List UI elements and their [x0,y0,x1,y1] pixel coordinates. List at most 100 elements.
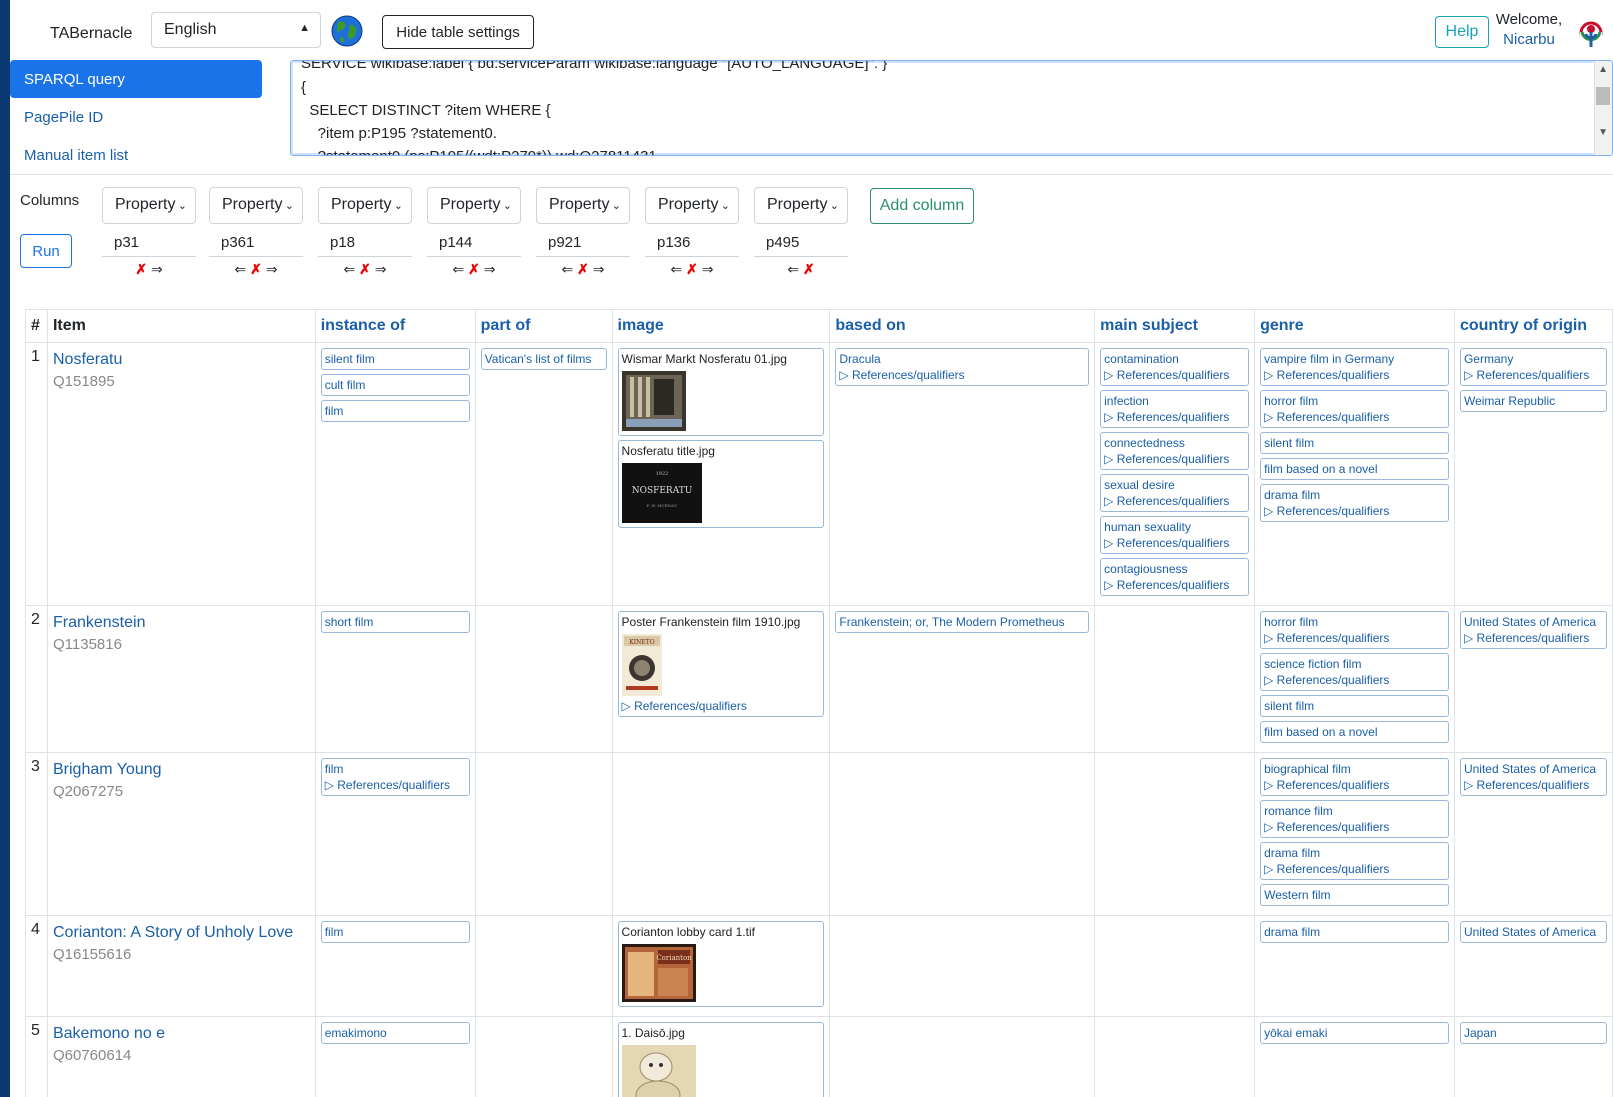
username-link[interactable]: Nicarbu [1494,30,1564,50]
header-main-subject[interactable]: main subject [1094,309,1256,343]
value-link[interactable]: human sexuality [1104,519,1245,535]
references-toggle[interactable]: ▷ References/qualifiers [1264,503,1445,519]
value-link[interactable]: Frankenstein; or, The Modern Prometheus [839,614,1085,630]
column-type-select[interactable]: Property ⌄ [102,187,196,224]
value-link[interactable]: contamination [1104,351,1245,367]
remove-column-icon[interactable]: ✗ [250,261,262,277]
value-link[interactable]: Germany [1464,351,1603,367]
references-toggle[interactable]: ▷ References/qualifiers [839,367,1085,383]
value-link[interactable]: United States of America [1464,924,1603,940]
value-link[interactable]: vampire film in Germany [1264,351,1445,367]
value-link[interactable]: yōkai emaki [1264,1025,1445,1041]
references-toggle[interactable]: ▷ References/qualifiers [1464,777,1603,793]
image-thumbnail[interactable] [621,371,821,431]
header-genre[interactable]: genre [1254,309,1455,343]
column-property-input[interactable]: p18 [318,228,412,257]
references-toggle[interactable]: ▷ References/qualifiers [325,777,466,793]
image-thumbnail[interactable]: 1922 NOSFERATU F. W. MURNAU [621,463,821,523]
run-button[interactable]: Run [20,234,72,268]
query-scrollbar[interactable]: ▲︎ ▼︎ [1594,61,1612,155]
references-toggle[interactable]: ▷ References/qualifiers [1264,672,1445,688]
value-link[interactable]: film based on a novel [1264,461,1445,477]
references-toggle[interactable]: ▷ References/qualifiers [1104,535,1245,551]
header-part-of[interactable]: part of [474,309,613,343]
move-left-icon[interactable]: ⇐ [235,261,247,277]
value-link[interactable]: romance film [1264,803,1445,819]
move-right-icon[interactable]: ⇒ [266,261,278,277]
value-link[interactable]: emakimono [325,1025,466,1041]
column-type-select[interactable]: Property ⌄ [754,187,848,224]
references-toggle[interactable]: ▷ References/qualifiers [1264,861,1445,877]
tab-sparql-query[interactable]: SPARQL query [10,60,262,98]
move-left-icon[interactable]: ⇐ [453,261,465,277]
column-property-input[interactable]: p495 [754,228,848,257]
value-link[interactable]: Vatican's list of films [485,351,603,367]
item-link[interactable]: Frankenstein [53,613,310,633]
value-link[interactable]: silent film [1264,698,1445,714]
value-link[interactable]: United States of America [1464,614,1603,630]
value-link[interactable]: film [325,403,466,419]
value-link[interactable]: film based on a novel [1264,724,1445,740]
references-toggle[interactable]: ▷ References/qualifiers [1464,367,1603,383]
tab-manual-item-list[interactable]: Manual item list [10,136,262,174]
move-right-icon[interactable]: ⇒ [484,261,496,277]
value-link[interactable]: Dracula [839,351,1085,367]
image-thumbnail[interactable]: Corianton [621,944,821,1002]
move-right-icon[interactable]: ⇒ [151,261,163,277]
help-button[interactable]: Help [1435,16,1489,48]
move-right-icon[interactable]: ⇒ [593,261,605,277]
move-left-icon[interactable]: ⇐ [671,261,683,277]
references-toggle[interactable]: ▷ References/qualifiers [1104,493,1245,509]
value-link[interactable]: drama film [1264,487,1445,503]
item-link[interactable]: Nosferatu [53,350,310,370]
value-link[interactable]: Corianton lobby card 1.tif [622,924,821,940]
image-thumbnail[interactable]: KINETO [621,634,821,696]
move-left-icon[interactable]: ⇐ [562,261,574,277]
hide-table-settings-button[interactable]: Hide table settings [382,15,534,49]
value-link[interactable]: silent film [325,351,466,367]
references-toggle[interactable]: ▷ References/qualifiers [1104,367,1245,383]
value-link[interactable]: drama film [1264,924,1445,940]
value-link[interactable]: science fiction film [1264,656,1445,672]
scroll-down-icon[interactable]: ▼︎ [1598,127,1608,138]
value-link[interactable]: drama film [1264,845,1445,861]
column-type-select[interactable]: Property ⌄ [318,187,412,224]
scroll-up-icon[interactable]: ▲︎ [1598,64,1608,75]
header-instance-of[interactable]: instance of [314,309,476,343]
wikimedia-logo-icon[interactable] [1576,20,1606,50]
app-brand[interactable]: TABernacle [50,25,132,43]
column-property-input[interactable]: p361 [209,228,303,257]
references-toggle[interactable]: ▷ References/qualifiers [622,698,821,714]
value-link[interactable]: film [325,761,466,777]
value-link[interactable]: Nosferatu title.jpg [622,443,821,459]
remove-column-icon[interactable]: ✗ [359,261,371,277]
language-select[interactable]: English ▲︎ [151,12,321,48]
value-link[interactable]: short film [325,614,466,630]
value-link[interactable]: silent film [1264,435,1445,451]
column-type-select[interactable]: Property ⌄ [427,187,521,224]
value-link[interactable]: Poster Frankenstein film 1910.jpg [622,614,821,630]
value-link[interactable]: Western film [1264,887,1445,903]
value-link[interactable]: horror film [1264,393,1445,409]
references-toggle[interactable]: ▷ References/qualifiers [1104,577,1245,593]
remove-column-icon[interactable]: ✗ [577,261,589,277]
value-link[interactable]: cult film [325,377,466,393]
move-right-icon[interactable]: ⇒ [375,261,387,277]
column-property-input[interactable]: p144 [427,228,521,257]
value-link[interactable]: 1. Daisō.jpg [622,1025,821,1041]
globe-icon[interactable] [331,15,363,47]
column-property-input[interactable]: p136 [645,228,739,257]
header-country-of-origin[interactable]: country of origin [1453,309,1613,343]
references-toggle[interactable]: ▷ References/qualifiers [1264,630,1445,646]
references-toggle[interactable]: ▷ References/qualifiers [1264,819,1445,835]
header-image[interactable]: image [611,309,831,343]
item-link[interactable]: Corianton: A Story of Unholy Love [53,923,310,943]
column-type-select[interactable]: Property ⌄ [536,187,630,224]
column-property-input[interactable]: p31 [102,228,196,257]
column-property-input[interactable]: p921 [536,228,630,257]
item-link[interactable]: Bakemono no e [53,1024,310,1044]
references-toggle[interactable]: ▷ References/qualifiers [1104,409,1245,425]
sparql-query-textarea[interactable]: SERVICE wikibase:label { bd:serviceParam… [290,60,1613,156]
move-left-icon[interactable]: ⇐ [787,261,799,277]
value-link[interactable]: contagiousness [1104,561,1245,577]
